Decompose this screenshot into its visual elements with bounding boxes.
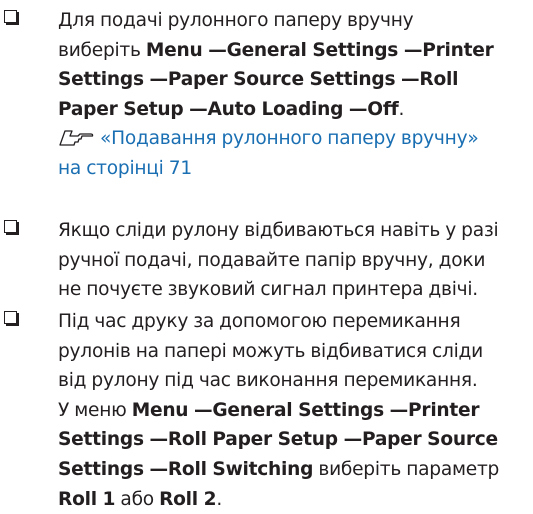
menu-path-item: Menu <box>145 39 203 61</box>
menu-path-item: Roll Switching <box>167 458 314 480</box>
option-name: Roll 2 <box>159 488 217 510</box>
pointing-hand-icon <box>59 130 94 147</box>
reference-page-text[interactable]: на сторінці 71 <box>58 158 192 179</box>
menu-path-item: General Settings <box>212 399 384 421</box>
text-line: Під час друку за допомогою перемикання <box>58 307 530 337</box>
menu-path-item: Paper Setup <box>58 98 184 120</box>
text-run: Під час друку за допомогою перемикання <box>58 311 461 332</box>
menu-path-separator: — <box>337 429 363 451</box>
text-run: Для подачі рулонного паперу вручну <box>58 10 414 31</box>
text-run: від рулону під час виконання перемикання… <box>58 370 478 392</box>
reference-link-text[interactable]: «Подавання рулонного паперу вручну» <box>100 128 479 149</box>
menu-path-separator: — <box>183 98 208 120</box>
text-run: виберіть параметр <box>318 458 500 480</box>
menu-path-item: Off <box>367 98 399 120</box>
menu-path-item: Settings <box>58 429 144 451</box>
menu-path-item: Paper Source <box>361 429 498 451</box>
menu-path-separator: — <box>343 98 368 120</box>
checkbox-icon <box>4 10 17 23</box>
text-line: Якщо сліди рулону відбиваються навіть у … <box>58 216 530 246</box>
menu-path-separator: — <box>395 69 420 91</box>
reference-link[interactable]: на сторінці 71 <box>58 154 530 184</box>
text-run: . <box>216 488 223 510</box>
menu-path-item: Roll Paper Setup <box>167 429 338 451</box>
text-line: не почуєте звуковий сигнал принтера двіч… <box>58 275 530 305</box>
menu-path-separator: — <box>143 429 169 451</box>
text-line: Settings —Roll Switching виберіть параме… <box>58 455 530 485</box>
menu-path-separator: — <box>202 39 227 61</box>
text-line: виберіть Menu —General Settings —Printer <box>58 36 530 66</box>
menu-path-item: Auto Loading <box>207 98 344 120</box>
menu-path-separator: — <box>383 399 409 421</box>
text-line: Paper Setup —Auto Loading —Off. <box>58 95 530 125</box>
text-line: Settings —Roll Paper Setup —Paper Source <box>58 425 530 455</box>
menu-path-item: Printer <box>422 39 494 61</box>
checkbox-icon <box>4 311 17 324</box>
menu-path-separator: — <box>143 69 169 91</box>
text-run: Якщо сліди рулону відбиваються навіть у … <box>58 220 499 241</box>
menu-path-item: Settings <box>58 69 144 91</box>
menu-path-separator: — <box>143 458 169 480</box>
bullet-text: Під час друку за допомогою перемикання р… <box>58 307 530 514</box>
bullet-text: Для подачі рулонного паперу вручну вибер… <box>58 6 530 184</box>
menu-path-separator: — <box>188 399 213 421</box>
option-name: Roll 1 <box>58 488 116 510</box>
text-line: У меню Menu —General Settings —Printer <box>58 396 530 426</box>
menu-path-item: Menu <box>131 399 189 421</box>
menu-path-separator: — <box>398 39 423 61</box>
text-line: ручної подачі, подавайте папір вручну, д… <box>58 246 530 276</box>
text-line: рулонів на папері можуть відбиватися слі… <box>58 337 530 367</box>
text-run: або <box>120 488 154 510</box>
checkbox-icon <box>4 220 17 233</box>
text-run: виберіть <box>58 39 141 61</box>
text-line: від рулону під час виконання перемикання… <box>58 366 530 396</box>
menu-path-item: Roll <box>419 69 459 91</box>
text-line: Для подачі рулонного паперу вручну <box>58 6 530 36</box>
text-run: . <box>398 98 405 120</box>
text-line: Settings —Paper Source Settings —Roll <box>58 65 530 95</box>
text-run: не почуєте звуковий сигнал принтера двіч… <box>58 279 478 301</box>
text-run: У меню <box>58 399 127 421</box>
text-run: рулонів на папері можуть відбиватися слі… <box>58 340 483 362</box>
bullet-text: Якщо сліди рулону відбиваються навіть у … <box>58 216 530 305</box>
menu-path-item: Printer <box>408 399 480 421</box>
text-line: Roll 1 або Roll 2. <box>58 485 530 514</box>
text-run: ручної подачі, подавайте папір вручну, д… <box>58 249 486 271</box>
menu-path-item: Paper Source Settings <box>167 69 396 91</box>
menu-path-item: Settings <box>58 458 144 480</box>
reference-link[interactable]: «Подавання рулонного паперу вручну» <box>58 124 530 154</box>
menu-path-item: General Settings <box>226 39 399 61</box>
